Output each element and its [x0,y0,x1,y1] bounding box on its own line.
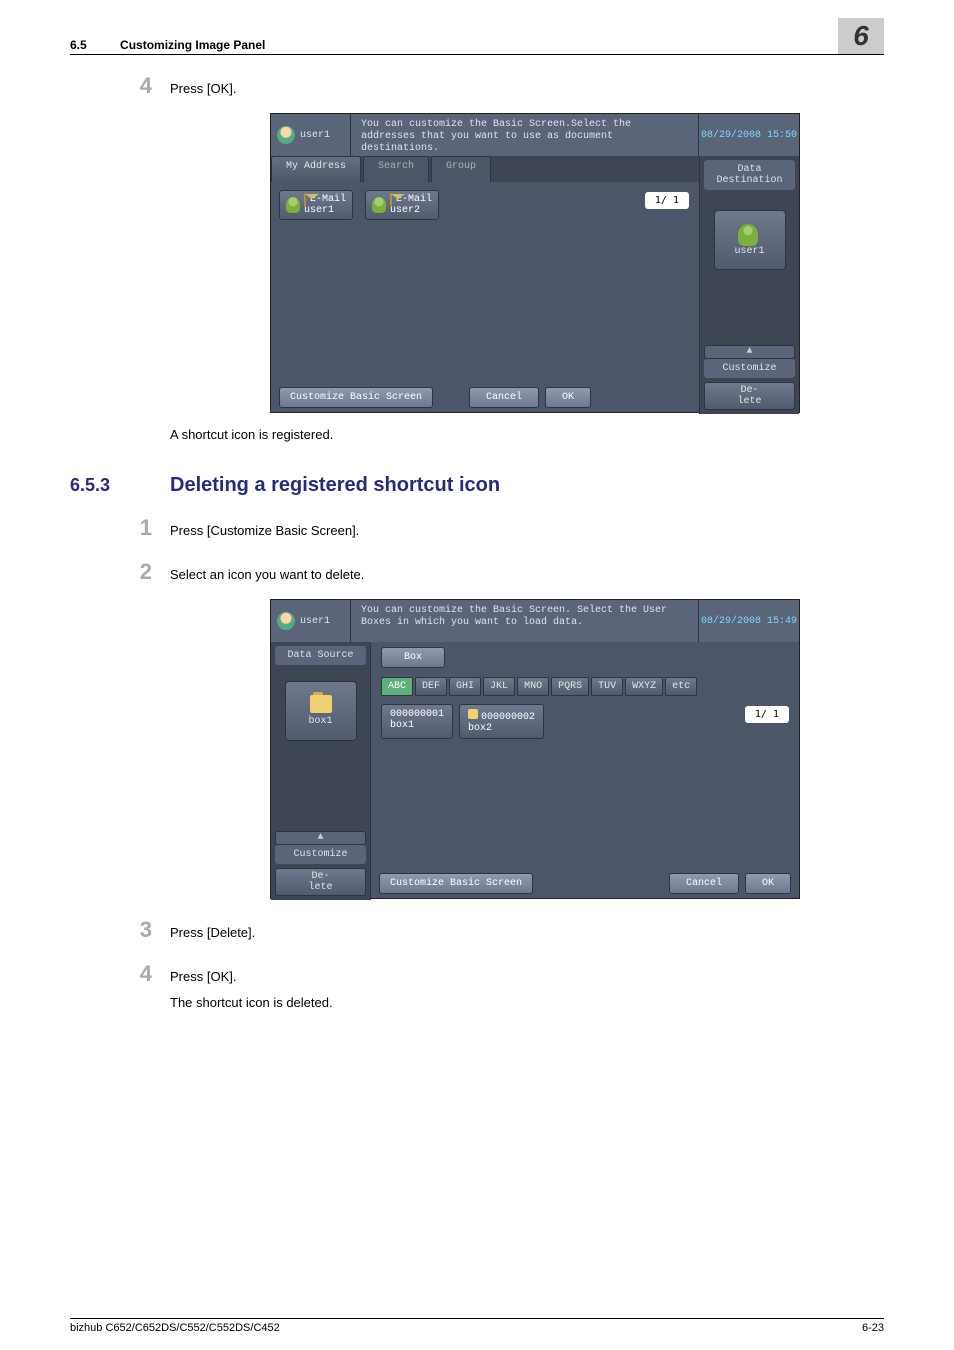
filter-ghi[interactable]: GHI [449,677,481,696]
screenshot-customize-addresses: user1 You can customize the Basic Screen… [270,113,800,413]
box-name: box2 [468,723,492,734]
email-icon [390,193,392,206]
address-item-user2[interactable]: E-Mail user2 [365,190,439,220]
filter-pqrs[interactable]: PQRS [551,677,589,696]
filter-jkl[interactable]: JKL [483,677,515,696]
header-message: You can customize the Basic Screen. Sele… [351,600,699,642]
user-icon [277,126,295,144]
section-number: 6.5.3 [70,475,170,496]
delete-button[interactable]: De- lete [704,382,795,410]
footer-page: 6-23 [862,1322,884,1334]
delete-button[interactable]: De- lete [275,868,366,896]
tab-search[interactable]: Search [363,156,429,182]
address-name: user1 [304,205,334,216]
person-icon [286,197,300,213]
page-footer: bizhub C652/C652DS/C552/C552DS/C452 6-23 [70,1318,884,1334]
user-badge: user1 [271,600,351,642]
header-datetime: 08/29/2008 15:50 [699,114,799,156]
step-number: 2 [70,559,170,585]
header-message: You can customize the Basic Screen.Selec… [351,114,699,156]
caption-text: The shortcut icon is deleted. [170,995,884,1010]
shortcut-user1[interactable]: user1 [714,210,786,270]
step-number: 3 [70,917,170,943]
box-item-1[interactable]: 000000001 box1 [381,704,453,739]
step-text: Select an icon you want to delete. [170,567,364,582]
header-section-title: Customizing Image Panel [120,38,265,52]
tab-my-address[interactable]: My Address [271,156,361,182]
step-number: 4 [70,961,170,987]
shortcut-label: user1 [734,246,764,257]
address-name: user2 [390,205,420,216]
tab-group[interactable]: Group [431,156,491,182]
filter-abc[interactable]: ABC [381,677,413,696]
header-section-num: 6.5 [70,38,87,52]
box-item-2[interactable]: 000000002 box2 [459,704,544,739]
person-icon [372,197,386,213]
address-item-user1[interactable]: E-Mail user1 [279,190,353,220]
step-text: Press [Delete]. [170,925,255,940]
cancel-button[interactable]: Cancel [669,873,739,894]
box-name: box1 [390,720,414,731]
filter-tuv[interactable]: TUV [591,677,623,696]
page-indicator: 1/ 1 [745,706,789,723]
step-number: 1 [70,515,170,541]
step-number: 4 [70,73,170,99]
header-datetime: 08/29/2008 15:49 [699,600,799,642]
caption-text: A shortcut icon is registered. [170,427,884,442]
footer-model: bizhub C652/C652DS/C552/C552DS/C452 [70,1322,280,1334]
box-id: 000000001 [390,709,444,720]
header-chapter-num: 6 [838,18,884,54]
cancel-button[interactable]: Cancel [469,387,539,408]
customize-basic-screen-button[interactable]: Customize Basic Screen [279,387,433,408]
ok-button[interactable]: OK [545,387,591,408]
user-icon [277,612,295,630]
data-source-label: Data Source [275,646,366,665]
scroll-up-button[interactable]: ▲ [275,831,366,845]
user-name: user1 [300,130,330,141]
step-text: Press [OK]. [170,81,236,96]
user-name: user1 [300,616,330,627]
shortcut-label: box1 [308,716,332,727]
user-badge: user1 [271,114,351,156]
lock-icon [468,709,478,719]
shortcut-box1[interactable]: box1 [285,681,357,741]
filter-etc[interactable]: etc [665,677,697,696]
section-title: Deleting a registered shortcut icon [170,474,500,497]
customize-basic-screen-button[interactable]: Customize Basic Screen [379,873,533,894]
screenshot-customize-boxes: user1 You can customize the Basic Screen… [270,599,800,899]
step-text: Press [Customize Basic Screen]. [170,523,359,538]
customize-label: Customize [704,359,795,378]
customize-label: Customize [275,845,366,864]
data-destination-label: Data Destination [704,160,795,190]
step-text: Press [OK]. [170,969,236,984]
person-icon [738,224,758,246]
ok-button[interactable]: OK [745,873,791,894]
folder-icon [310,695,332,713]
filter-def[interactable]: DEF [415,677,447,696]
filter-wxyz[interactable]: WXYZ [625,677,663,696]
category-box-button[interactable]: Box [381,647,445,668]
page-indicator: 1/ 1 [645,192,689,209]
box-id: 000000002 [481,712,535,723]
email-icon [304,193,306,206]
page-header: 6.5 Customizing Image Panel 6 [70,0,884,55]
filter-mno[interactable]: MNO [517,677,549,696]
scroll-up-button[interactable]: ▲ [704,345,795,359]
